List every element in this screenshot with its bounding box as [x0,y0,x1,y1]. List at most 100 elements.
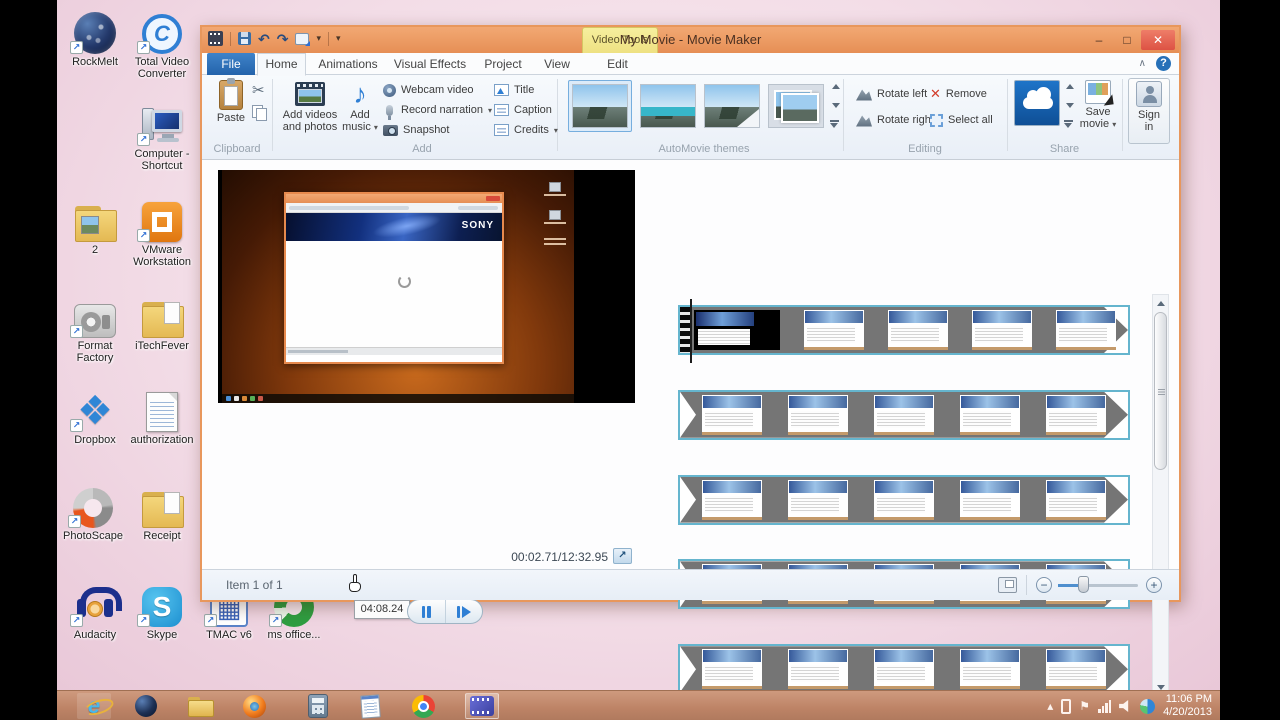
clip-thumbnail[interactable] [804,310,864,350]
share-scroll-down[interactable] [1066,103,1074,108]
action-center-flag-icon[interactable]: ⚑ [1079,700,1090,712]
tab-home[interactable]: Home [257,53,306,76]
themes-scroll-down[interactable] [832,103,840,108]
clip-thumbnail[interactable] [1056,310,1116,350]
close-button[interactable]: ✕ [1141,30,1175,50]
save-movie-button[interactable]: Save movie ▾ [1076,78,1120,144]
clip-thumbnail[interactable] [1046,394,1106,435]
clip-thumbnail[interactable] [1046,479,1106,520]
tray-expand-icon[interactable]: ▴ [1047,700,1053,712]
help-icon[interactable]: ? [1156,56,1171,71]
caption-button[interactable]: Caption [494,101,552,119]
copy-button[interactable] [252,103,267,121]
tray-device-icon[interactable] [1061,698,1072,714]
desktop-icon-rockmelt[interactable]: ↗ RockMelt [64,8,126,68]
taskbar-internet-explorer[interactable]: e [77,693,111,719]
clip-thumbnail[interactable] [874,479,934,520]
paste-button[interactable]: Paste [210,78,252,144]
share-scroll-up[interactable] [1066,84,1074,89]
desktop-icon-skype[interactable]: S ↗ Skype [131,581,193,641]
clip-thumbnail[interactable] [788,479,848,520]
desktop-icon-total-video-converter[interactable]: C ↗ Total Video Converter [131,8,193,80]
taskbar-notepad[interactable] [353,693,387,719]
add-videos-button[interactable]: Add videos and photos [282,78,338,144]
desktop-icon-itechfever[interactable]: iTechFever [131,292,193,352]
desktop-icon-format-factory[interactable]: ↗ Format Factory [64,292,126,364]
taskbar-file-explorer[interactable] [183,693,217,719]
collapse-ribbon-icon[interactable]: ∧ [1139,58,1146,69]
clip-thumbnail[interactable] [960,394,1020,435]
scroll-up-button[interactable] [1153,295,1168,311]
desktop-icon-vmware[interactable]: ↗ VMware Workstation [131,196,193,268]
clip-thumbnail[interactable] [960,479,1020,520]
rotate-left-button[interactable]: Rotate left [856,85,927,103]
clip-thumbnail[interactable] [694,310,780,350]
share-skydrive-button[interactable] [1014,80,1060,126]
desktop-icon-authorization[interactable]: authorization [129,386,195,446]
taskbar-chrome[interactable] [406,693,440,719]
desktop-icon-photoscape[interactable]: ↗ PhotoScape [62,482,124,542]
share-more-button[interactable] [1064,120,1073,128]
title-button[interactable]: Title [494,81,534,99]
taskbar-clock[interactable]: 11:06 PM 4/20/2013 [1163,693,1212,719]
zoom-out-button[interactable]: − [1036,577,1052,593]
taskbar-firefox[interactable] [237,693,271,719]
maximize-button[interactable]: □ [1113,30,1141,50]
sign-in-button[interactable]: Sign in [1128,78,1170,144]
zoom-slider-track[interactable] [1058,584,1138,587]
clip-thumbnail[interactable] [788,394,848,435]
clip-thumbnail[interactable] [972,310,1032,350]
storyboard-clip-row[interactable] [678,389,1130,440]
clip-thumbnail[interactable] [702,394,762,435]
webcam-video-button[interactable]: Webcam video [383,81,474,99]
zoom-in-button[interactable]: + [1146,577,1162,593]
automovie-theme-2[interactable] [640,84,696,128]
desktop-icon-dropbox[interactable]: ❖ ↗ Dropbox [64,386,126,446]
tab-visual-effects[interactable]: Visual Effects [388,53,472,75]
tab-file[interactable]: File [207,53,255,75]
tab-animations[interactable]: Animations [311,53,385,75]
tab-edit[interactable]: Edit [590,53,645,75]
volume-icon[interactable] [1119,700,1129,712]
fullscreen-button[interactable]: ↗ [613,548,632,564]
clip-thumbnail[interactable] [1046,649,1106,690]
storyboard-clip-row[interactable] [678,644,1130,695]
storyboard-clip-row[interactable] [678,474,1130,525]
playhead[interactable] [690,299,692,363]
snapshot-button[interactable]: Snapshot [383,121,449,139]
scrollbar-thumb[interactable] [1154,312,1167,470]
desktop-icon-computer-shortcut[interactable]: ↗ Computer - Shortcut [131,100,193,172]
automovie-theme-3[interactable] [704,84,760,128]
cut-button[interactable]: ✂ [252,82,265,100]
clip-thumbnail[interactable] [874,394,934,435]
remove-button[interactable]: ✕ Remove [930,85,987,103]
desktop-icon-receipt[interactable]: Receipt [131,482,193,542]
automovie-theme-4[interactable] [768,84,824,128]
clip-thumbnail[interactable] [702,479,762,520]
credits-button[interactable]: Credits ▾ [494,121,558,139]
tray-app-icon[interactable] [1140,698,1156,714]
clip-thumbnail[interactable] [702,649,762,690]
taskbar-calculator[interactable] [301,693,335,719]
clip-thumbnail[interactable] [960,649,1020,690]
thumbnail-view-button[interactable] [998,577,1017,593]
clip-thumbnail[interactable] [874,649,934,690]
automovie-theme-selected[interactable] [568,80,632,132]
themes-more-button[interactable] [830,120,839,128]
video-preview[interactable]: SONY [218,170,635,403]
network-signal-icon[interactable] [1098,699,1112,713]
rotate-right-button[interactable]: Rotate right [856,111,934,129]
storyboard-scrollbar[interactable] [1152,294,1169,696]
minimize-button[interactable]: – [1085,30,1113,50]
record-narration-button[interactable]: Record narration ▾ [383,101,492,120]
desktop-icon-folder-2[interactable]: 2 [64,196,126,256]
tab-view[interactable]: View [534,53,580,75]
next-frame-button[interactable] [444,600,483,623]
zoom-slider-thumb[interactable] [1078,576,1089,593]
storyboard-clip-row[interactable] [678,305,1130,355]
clip-thumbnail[interactable] [888,310,948,350]
pause-button[interactable] [408,600,445,623]
clip-thumbnail[interactable] [788,649,848,690]
select-all-button[interactable]: Select all [930,111,993,129]
taskbar-rockmelt[interactable] [129,693,163,719]
